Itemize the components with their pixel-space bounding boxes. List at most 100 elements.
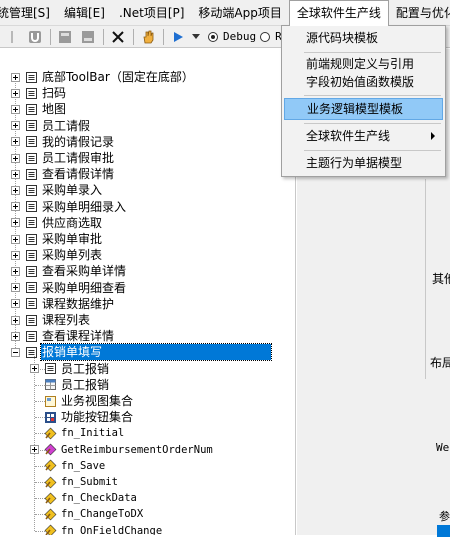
menu-global-production-line[interactable]: 全球软件生产线: [288, 0, 389, 26]
tree-child-node[interactable]: 功能按钮集合: [30, 409, 134, 425]
tree-child-node[interactable]: fn_ChangeToDX: [30, 506, 144, 522]
tree-child-node[interactable]: fn_Save: [30, 458, 106, 474]
tree-node[interactable]: 采购单录入: [11, 182, 103, 198]
expand-icon[interactable]: [11, 153, 20, 163]
tree-node[interactable]: 员工请假: [11, 118, 91, 134]
tree-node[interactable]: 我的请假记录: [11, 134, 115, 150]
tree-node[interactable]: 员工请假审批: [11, 150, 115, 166]
menu-item-theme-behavior-model[interactable]: 主题行为单据模型: [284, 152, 443, 174]
tree-node-label: fn_ChangeToDX: [61, 508, 144, 521]
expand-icon[interactable]: [11, 137, 20, 147]
debug-radio[interactable]: [208, 31, 218, 42]
form-icon: [26, 282, 37, 294]
tree-child-node[interactable]: fn_CheckData: [30, 490, 138, 506]
tree-child-node[interactable]: 业务视图集合: [30, 393, 134, 409]
tree-node-label: 采购单列表: [42, 248, 103, 263]
menu-system[interactable]: 统管理[S]: [0, 0, 57, 26]
menu-item-business-logic-template[interactable]: 业务逻辑模型模板: [284, 98, 443, 120]
delete-icon[interactable]: [108, 28, 128, 46]
expand-icon[interactable]: [11, 266, 20, 276]
form-icon: [26, 249, 37, 261]
download-icon[interactable]: [78, 28, 98, 46]
undo-icon[interactable]: [25, 28, 45, 46]
expand-icon[interactable]: [30, 364, 39, 374]
tree-child-node[interactable]: fn_Submit: [30, 474, 119, 490]
tree-child-node[interactable]: fn_OnFieldChange: [30, 523, 163, 535]
tree-child-node[interactable]: GetReimbursementOrderNum: [30, 442, 214, 458]
menu-net-project[interactable]: .Net项目[P]: [112, 0, 191, 26]
dropdown-arrow-icon[interactable]: [191, 28, 201, 46]
we-label: We: [436, 441, 450, 454]
menu-item-field-init-function[interactable]: 字段初始值函数模版: [284, 71, 443, 93]
menu-item-source-code-template[interactable]: 源代码块模板: [284, 27, 443, 49]
expand-icon[interactable]: [11, 185, 20, 195]
tree-node-label: 底部ToolBar（固定在底部）: [42, 70, 194, 84]
upload-icon[interactable]: [55, 28, 75, 46]
form-icon: [26, 71, 37, 83]
menu-mobile-app[interactable]: 移动端App项目: [191, 0, 288, 26]
menu-item-global-production-line[interactable]: 全球软件生产线: [284, 125, 443, 147]
expand-icon[interactable]: [11, 331, 20, 341]
tree-node[interactable]: 采购单明细录入: [11, 199, 127, 215]
tree-child-node[interactable]: 员工报销: [30, 377, 110, 393]
form-icon: [26, 346, 37, 358]
project-tree[interactable]: 底部ToolBar（固定在底部） 扫码 地图 员工请假 我的请假记录 员工请假审批 查看请假…: [0, 49, 296, 535]
expand-icon[interactable]: [11, 299, 20, 309]
release-radio[interactable]: [260, 31, 271, 42]
expand-icon[interactable]: [11, 202, 20, 212]
expand-icon[interactable]: [11, 250, 20, 260]
expand-icon[interactable]: [11, 218, 20, 228]
tree-node-label: fn_CheckData: [61, 492, 137, 505]
menu-config-optimize[interactable]: 配置与优化: [389, 0, 450, 26]
form-icon: [26, 152, 37, 164]
expand-icon[interactable]: [11, 72, 20, 82]
expand-icon[interactable]: [11, 234, 20, 244]
expand-icon[interactable]: [11, 169, 20, 179]
expand-icon[interactable]: [11, 104, 20, 114]
tree-child-node[interactable]: fn_Initial: [30, 425, 125, 441]
tree-node[interactable]: 查看采购单详情: [11, 263, 127, 279]
global-production-line-menu: 源代码块模板 前端规则定义与引用 字段初始值函数模版 业务逻辑模型模板 全球软件…: [281, 25, 446, 177]
function-icon: [44, 476, 57, 488]
tree-node-label: 采购单明细录入: [42, 199, 127, 214]
form-icon: [26, 120, 37, 132]
menu-separator: [304, 123, 441, 124]
tree-node-label: 查看请假详情: [42, 167, 115, 182]
tree-node-label: 我的请假记录: [42, 134, 115, 149]
tree-node-label: fn_Initial: [61, 427, 125, 440]
function-icon: [44, 427, 57, 440]
tree-node-label: fn_Submit: [61, 476, 118, 488]
expand-icon[interactable]: [11, 283, 20, 293]
expand-icon[interactable]: [11, 315, 20, 325]
toolbar-separator: [163, 28, 164, 45]
tree-node[interactable]: 供应商选取: [11, 215, 103, 231]
menu-edit[interactable]: 编辑[E]: [57, 0, 112, 26]
tree-node-label: 扫码: [42, 86, 67, 101]
run-icon[interactable]: [168, 28, 188, 46]
collapse-icon[interactable]: [11, 347, 20, 357]
tree-node[interactable]: 地图: [11, 101, 67, 117]
tree-node[interactable]: 采购单审批: [11, 231, 103, 247]
tree-node[interactable]: 查看请假详情: [11, 166, 115, 182]
tree-child-node[interactable]: 员工报销: [30, 361, 110, 377]
form-icon: [26, 201, 37, 213]
tree-node[interactable]: 采购单明细查看: [11, 280, 127, 296]
expand-icon[interactable]: [30, 445, 39, 455]
tree-node[interactable]: 课程数据维护: [11, 296, 115, 312]
tree-node-selected[interactable]: 报销单填写: [11, 343, 272, 362]
tree-node[interactable]: 扫码: [11, 85, 67, 101]
expand-icon[interactable]: [11, 88, 20, 98]
tree-node[interactable]: 课程列表: [11, 312, 91, 328]
tree-node[interactable]: 查看课程详情: [11, 328, 115, 344]
tree-node[interactable]: 底部ToolBar（固定在底部）: [11, 69, 195, 85]
grid-selected-cell[interactable]: [437, 525, 450, 537]
form-icon: [26, 298, 37, 310]
tree-node-label: 采购单明细查看: [42, 280, 127, 295]
hand-icon[interactable]: [138, 28, 158, 46]
expand-icon[interactable]: [11, 121, 20, 131]
tree-node[interactable]: 采购单列表: [11, 247, 103, 263]
tree-node-label: 业务视图集合: [61, 394, 134, 408]
menu-item-label: 全球软件生产线: [306, 129, 391, 143]
form-icon: [26, 330, 37, 342]
